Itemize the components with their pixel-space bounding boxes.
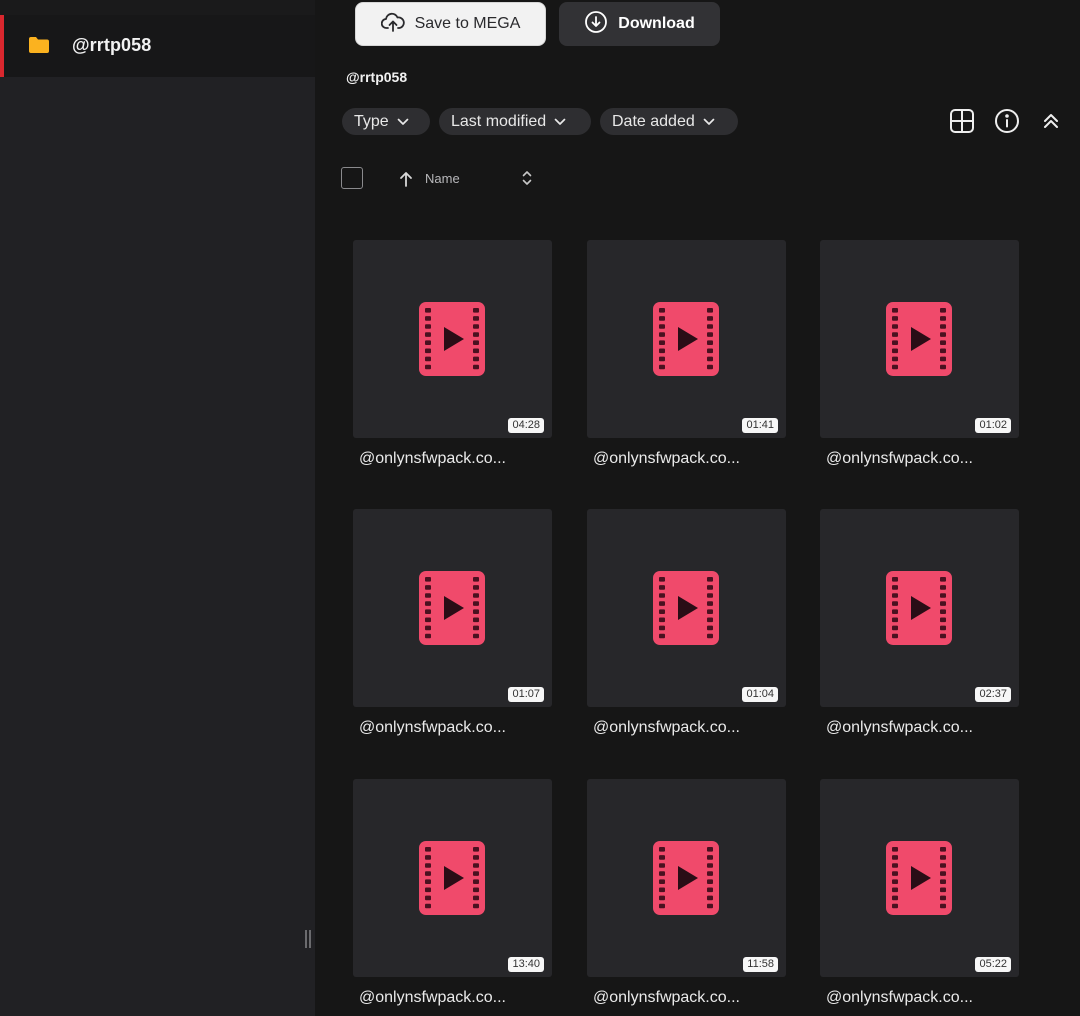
filter-last-modified-label: Last modified (451, 112, 547, 130)
chevron-down-icon (703, 113, 715, 131)
file-thumbnail[interactable]: 13:40 (353, 779, 552, 977)
main-panel: Save to MEGA Download @rrtp058 Type Last… (315, 0, 1080, 1016)
filter-last-modified[interactable]: Last modified (439, 108, 591, 135)
file-thumbnail[interactable]: 05:22 (820, 779, 1019, 977)
video-duration: 13:40 (508, 957, 544, 972)
file-thumbnail[interactable]: 01:07 (353, 509, 552, 707)
file-name: @onlynsfwpack.co... (359, 719, 506, 736)
file-thumbnail[interactable]: 02:37 (820, 509, 1019, 707)
collapse-up-icon[interactable] (1036, 106, 1066, 136)
file-card[interactable]: 13:40 @onlynsfwpack.co... (353, 779, 552, 1007)
filter-type[interactable]: Type (342, 108, 430, 135)
video-file-icon (886, 571, 952, 650)
video-duration: 02:37 (975, 687, 1011, 702)
video-file-icon (653, 571, 719, 650)
download-button[interactable]: Download (559, 2, 720, 46)
file-name: @onlynsfwpack.co... (826, 719, 973, 736)
sort-toggle-icon[interactable] (521, 169, 533, 192)
video-duration: 01:41 (742, 418, 778, 433)
file-card[interactable]: 02:37 @onlynsfwpack.co... (820, 509, 1019, 737)
file-card[interactable]: 01:07 @onlynsfwpack.co... (353, 509, 552, 737)
video-duration: 01:07 (508, 687, 544, 702)
video-file-icon (653, 841, 719, 920)
file-card[interactable]: 11:58 @onlynsfwpack.co... (587, 779, 786, 1007)
file-thumbnail[interactable]: 04:28 (353, 240, 552, 438)
file-name: @onlynsfwpack.co... (359, 450, 506, 467)
file-name: @onlynsfwpack.co... (826, 989, 973, 1006)
video-duration: 04:28 (508, 418, 544, 433)
column-name-header[interactable]: Name (425, 171, 460, 186)
chevron-down-icon (397, 113, 409, 131)
file-thumbnail[interactable]: 01:41 (587, 240, 786, 438)
file-card[interactable]: 01:02 @onlynsfwpack.co... (820, 240, 1019, 468)
sidebar-item-label: @rrtp058 (72, 35, 152, 55)
file-card[interactable]: 01:41 @onlynsfwpack.co... (587, 240, 786, 468)
file-name: @onlynsfwpack.co... (359, 989, 506, 1006)
download-label: Download (618, 15, 695, 32)
download-icon (584, 10, 608, 39)
video-file-icon (653, 302, 719, 381)
filter-date-added-label: Date added (612, 112, 695, 130)
file-name: @onlynsfwpack.co... (593, 450, 740, 467)
cloud-upload-icon (380, 11, 405, 38)
file-name: @onlynsfwpack.co... (593, 989, 740, 1006)
arrow-up-icon[interactable] (399, 171, 413, 192)
folder-icon (28, 36, 50, 59)
sidebar-item-rrtp058[interactable]: @rrtp058 (0, 15, 315, 77)
grid-view-icon[interactable] (947, 106, 977, 136)
file-thumbnail[interactable]: 01:02 (820, 240, 1019, 438)
video-duration: 05:22 (975, 957, 1011, 972)
video-file-icon (886, 302, 952, 381)
file-name: @onlynsfwpack.co... (593, 719, 740, 736)
video-file-icon (419, 302, 485, 381)
info-icon[interactable] (992, 106, 1022, 136)
video-file-icon (419, 841, 485, 920)
video-duration: 01:04 (742, 687, 778, 702)
video-duration: 11:58 (743, 957, 778, 972)
file-card[interactable]: 01:04 @onlynsfwpack.co... (587, 509, 786, 737)
chevron-down-icon (554, 113, 566, 131)
file-thumbnail[interactable]: 11:58 (587, 779, 786, 977)
save-to-mega-label: Save to MEGA (414, 15, 521, 32)
file-card[interactable]: 04:28 @onlynsfwpack.co... (353, 240, 552, 468)
file-name: @onlynsfwpack.co... (826, 450, 973, 467)
save-to-mega-button[interactable]: Save to MEGA (355, 2, 546, 46)
sidebar: @rrtp058 (0, 0, 315, 1016)
sidebar-header (0, 0, 315, 15)
folder-title: @rrtp058 (346, 69, 408, 85)
video-duration: 01:02 (975, 418, 1011, 433)
file-card[interactable]: 05:22 @onlynsfwpack.co... (820, 779, 1019, 1007)
filter-type-label: Type (354, 112, 389, 130)
file-thumbnail[interactable]: 01:04 (587, 509, 786, 707)
video-file-icon (419, 571, 485, 650)
select-all-checkbox[interactable] (341, 167, 363, 189)
sidebar-resize-handle[interactable] (305, 930, 313, 948)
video-file-icon (886, 841, 952, 920)
filter-date-added[interactable]: Date added (600, 108, 738, 135)
